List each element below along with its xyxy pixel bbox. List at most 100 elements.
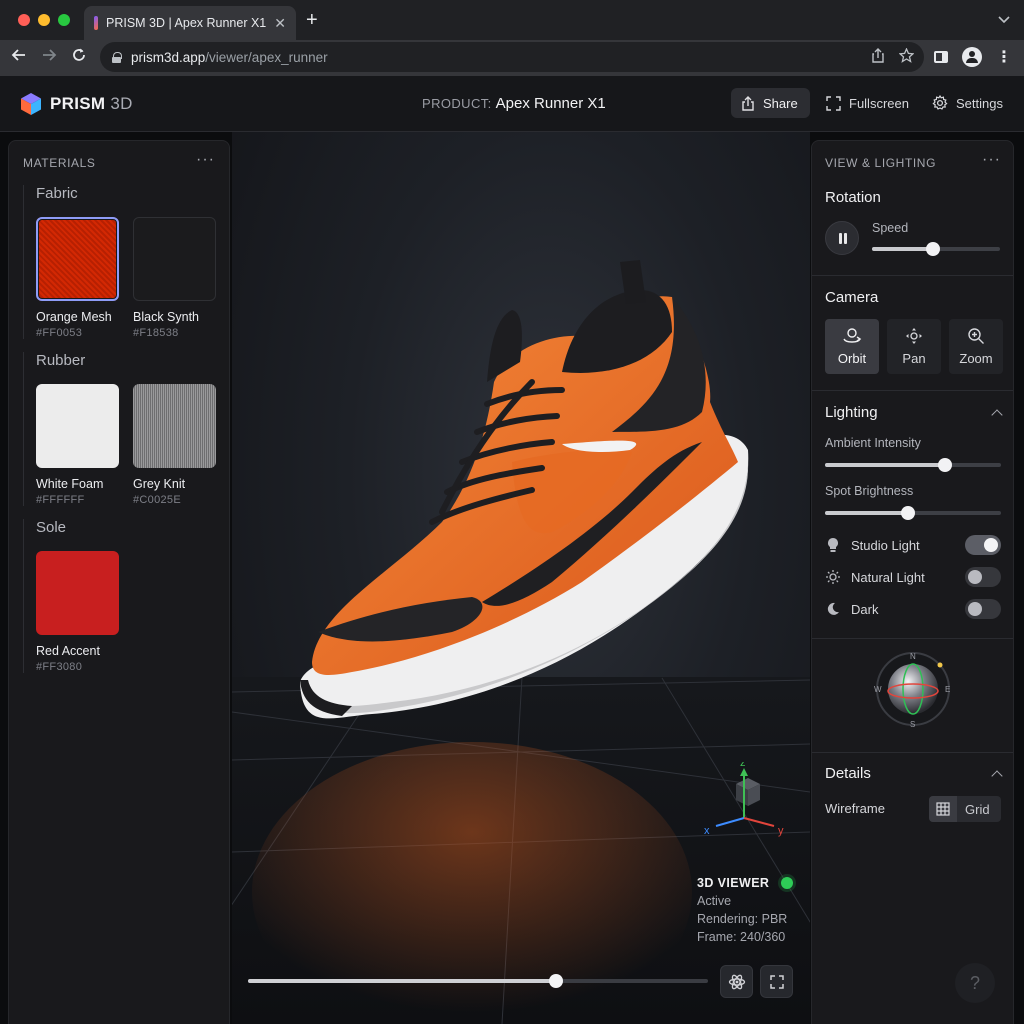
light-option-natural[interactable]: Natural Light	[825, 567, 1001, 587]
swatch-hex: #FF0053	[36, 327, 83, 339]
material-swatch-red-accent[interactable]: Red Accent #FF3080	[36, 551, 119, 673]
app-logo[interactable]: PRISM 3D	[20, 92, 133, 116]
details-title: Details	[825, 765, 871, 782]
wireframe-label: Wireframe	[825, 801, 885, 816]
camera-pan-button[interactable]: Pan	[887, 319, 941, 374]
product-title: PRODUCT: Apex Runner X1	[422, 95, 606, 112]
new-tab-button[interactable]: +	[306, 10, 318, 30]
maximize-window-button[interactable]	[58, 14, 70, 26]
profile-avatar-icon[interactable]	[962, 47, 982, 67]
swatch-preview[interactable]	[36, 551, 119, 635]
material-group-sole: Sole Red Accent #FF3080	[23, 519, 223, 673]
reload-icon[interactable]	[68, 47, 90, 69]
viewer-render-mode: Rendering: PBR	[697, 912, 788, 926]
lock-icon[interactable]	[112, 51, 122, 63]
materials-panel: MATERIALS ··· Fabric Orange Mesh #FF0053…	[8, 140, 230, 1024]
swatch-preview[interactable]	[36, 217, 119, 301]
material-swatch-white-foam[interactable]: White Foam #FFFFFF	[36, 384, 119, 506]
light-option-label: Dark	[851, 601, 879, 617]
speed-slider[interactable]	[872, 242, 1000, 256]
material-swatch-black-synth[interactable]: Black Synth #F18538	[133, 217, 216, 339]
light-option-label: Natural Light	[851, 569, 925, 585]
logo-wordmark: PRISM	[50, 94, 106, 113]
camera-title: Camera	[825, 289, 879, 306]
3d-viewport[interactable]: z x y 3D VIEWER Active Rendering: PBR Fr…	[232, 132, 810, 1024]
swatch-hex: #FFFFFF	[36, 494, 85, 506]
dark-mode-toggle[interactable]	[965, 599, 1001, 619]
share-button[interactable]: Share	[731, 88, 810, 118]
materials-panel-title: MATERIALS	[23, 156, 96, 170]
viewer-frame-count: Frame: 240/360	[697, 930, 786, 944]
logo-suffix: 3D	[110, 94, 133, 113]
spot-brightness-label: Spot Brightness	[825, 484, 914, 498]
view-lighting-title: VIEW & LIGHTING	[825, 156, 937, 170]
orientation-globe[interactable]: N S W E	[873, 649, 953, 729]
material-swatch-grey-knit[interactable]: Grey Knit #C0025E	[133, 384, 216, 506]
browser-menu-icon[interactable]: ⋮	[996, 47, 1012, 67]
side-panel-icon[interactable]	[934, 51, 948, 63]
materials-more-icon[interactable]: ···	[196, 151, 215, 169]
bookmark-star-icon[interactable]	[898, 47, 915, 66]
browser-tab-bar: PRISM 3D | Apex Runner X1 ✕ +	[0, 0, 1024, 40]
swatch-preview[interactable]	[36, 384, 119, 468]
fullscreen-label: Fullscreen	[849, 95, 909, 111]
tab-search-chevron-icon[interactable]	[998, 12, 1010, 27]
viewport-fullscreen-button[interactable]	[760, 965, 793, 998]
back-arrow-icon[interactable]	[8, 47, 30, 69]
app-header: PRISM 3D PRODUCT: Apex Runner X1 Share Fu…	[0, 76, 1024, 132]
light-option-studio[interactable]: Studio Light	[825, 535, 1001, 555]
compass-w: W	[874, 685, 882, 694]
grid-label: Grid	[965, 801, 990, 817]
render-settings-button[interactable]	[720, 965, 753, 998]
close-window-button[interactable]	[18, 14, 30, 26]
material-group-title: Sole	[36, 519, 67, 536]
camera-orbit-button[interactable]: Orbit	[825, 319, 879, 374]
ambient-intensity-label: Ambient Intensity	[825, 436, 921, 450]
address-bar[interactable]: prism3d.app/viewer/apex_runner	[100, 42, 924, 72]
natural-light-toggle[interactable]	[965, 567, 1001, 587]
lighting-title: Lighting	[825, 404, 878, 421]
ambient-intensity-slider[interactable]	[825, 458, 1001, 472]
swatch-hex: #FF3080	[36, 661, 83, 673]
compass-n: N	[910, 652, 916, 661]
viewer-status: 3D VIEWER Active Rendering: PBR Frame: 2…	[697, 874, 794, 946]
compass-e: E	[945, 685, 950, 694]
prism-cube-icon	[21, 93, 41, 115]
minimize-window-button[interactable]	[38, 14, 50, 26]
fullscreen-button[interactable]: Fullscreen	[816, 88, 919, 118]
tab-close-icon[interactable]: ✕	[274, 15, 286, 32]
product-name: Apex Runner X1	[495, 95, 606, 112]
ambient-slider-fill	[825, 463, 945, 467]
timeline-slider[interactable]	[248, 974, 708, 988]
grid-toggle-button[interactable]: Grid	[929, 796, 1001, 822]
swatch-preview[interactable]	[133, 217, 216, 301]
material-swatch-orange-mesh[interactable]: Orange Mesh #FF0053	[36, 217, 119, 339]
ambient-slider-thumb[interactable]	[937, 458, 952, 472]
spot-brightness-slider[interactable]	[825, 506, 1001, 520]
url-host: prism3d.app	[131, 49, 206, 65]
settings-button[interactable]: Settings	[922, 88, 1013, 118]
pan-label: Pan	[902, 351, 926, 366]
swatch-preview[interactable]	[133, 384, 216, 468]
compass-s: S	[910, 720, 915, 729]
camera-zoom-button[interactable]: Zoom	[949, 319, 1003, 374]
browser-tab-active[interactable]: PRISM 3D | Apex Runner X1 ✕	[84, 6, 296, 40]
view-lighting-more-icon[interactable]: ···	[982, 151, 1001, 169]
pause-rotation-button[interactable]	[825, 221, 859, 255]
light-option-dark[interactable]: Dark	[825, 599, 1001, 619]
spot-slider-thumb[interactable]	[900, 506, 915, 520]
speed-slider-thumb[interactable]	[926, 242, 941, 256]
swatch-hex: #C0025E	[133, 494, 181, 506]
pan-icon	[906, 328, 922, 344]
rotation-title: Rotation	[825, 189, 881, 206]
forward-arrow-icon[interactable]	[38, 47, 60, 69]
camera-mode-group: Orbit Pan Zoom	[825, 319, 1003, 374]
gear-icon	[932, 95, 948, 110]
live-status-dot	[781, 877, 794, 889]
help-button[interactable]: ?	[955, 963, 995, 1003]
studio-light-toggle[interactable]	[965, 535, 1001, 555]
swatch-hex: #F18538	[133, 327, 179, 339]
axis-gizmo[interactable]: z x y	[700, 762, 790, 842]
share-page-icon[interactable]	[871, 48, 885, 66]
orbit-icon	[843, 328, 862, 343]
